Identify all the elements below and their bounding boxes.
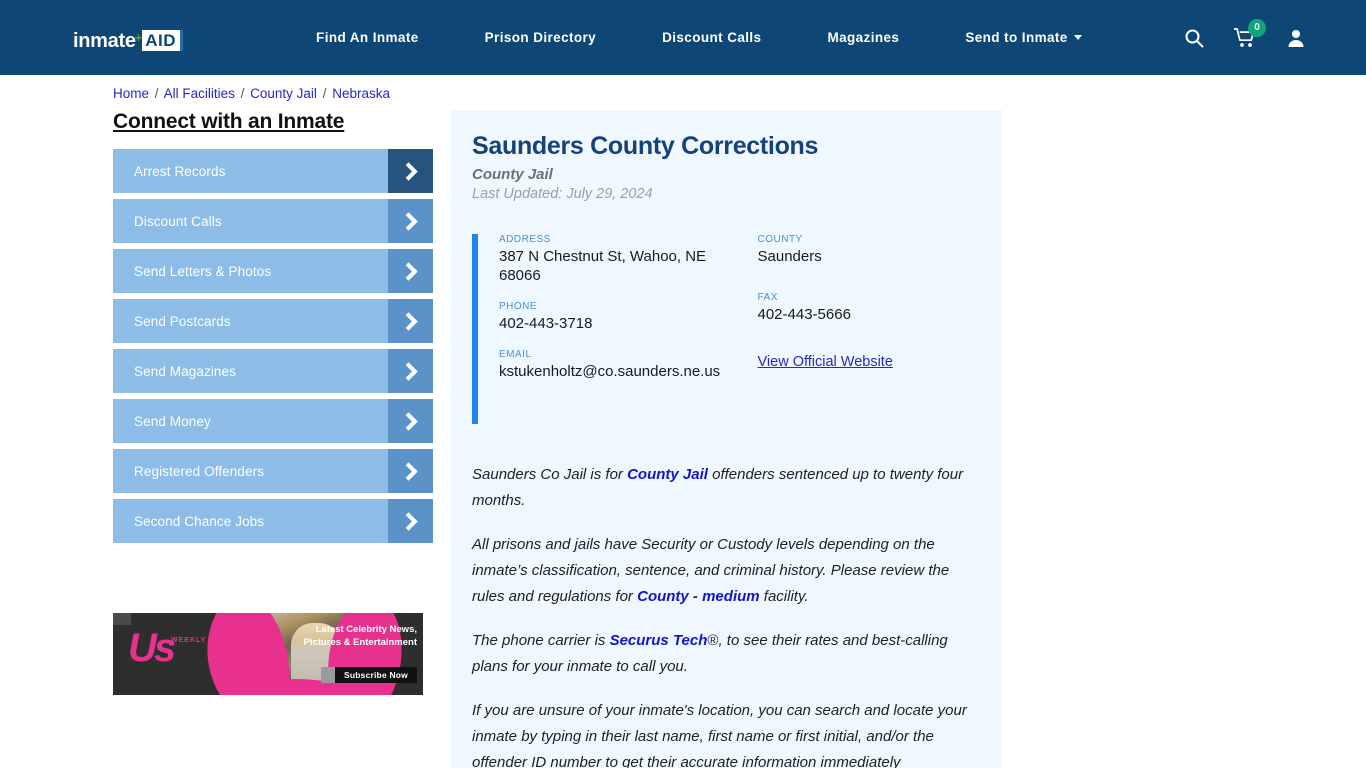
facility-card: Saunders County Corrections County Jail … <box>450 110 1002 768</box>
chevron-right-icon <box>388 249 433 293</box>
phone-field: PHONE 402-443-3718 <box>499 301 736 333</box>
facility-type: County Jail <box>472 166 553 183</box>
breadcrumb-item-all-facilities[interactable]: All Facilities <box>164 86 235 101</box>
view-official-website-link[interactable]: View Official Website <box>758 354 893 370</box>
email-field: EMAIL kstukenholtz@co.saunders.ne.us <box>499 349 736 381</box>
accent-bar <box>472 234 478 424</box>
cart-count-badge: 0 <box>1248 18 1266 37</box>
paragraph-text: If you are unsure of your inmate's locat… <box>472 702 967 768</box>
ad-subscribe-button[interactable]: Subscribe Now <box>321 667 417 683</box>
inline-link[interactable]: County - medium <box>637 588 760 605</box>
phone-label: PHONE <box>499 301 538 312</box>
sidebar-item-label: Arrest Records <box>134 163 226 179</box>
chevron-right-icon <box>388 399 433 443</box>
breadcrumb-item-home[interactable]: Home <box>113 86 149 101</box>
chevron-right-icon <box>388 149 433 193</box>
advertisement-banner[interactable]: Us WEEKLY Latest Celebrity News, Picture… <box>113 613 423 695</box>
paragraph-text: facility. <box>759 588 809 605</box>
chevron-right-icon <box>388 349 433 393</box>
last-updated-text: Last Updated: July 29, 2024 <box>472 186 653 202</box>
description-paragraph: All prisons and jails have Security or C… <box>472 532 972 610</box>
county-value: Saunders <box>757 248 822 265</box>
sidebar-item-second-chance-jobs[interactable]: Second Chance Jobs <box>113 499 433 543</box>
breadcrumb-separator: / <box>240 86 245 101</box>
nav-item-magazines[interactable]: Magazines <box>794 30 932 45</box>
chevron-right-icon <box>388 499 433 543</box>
sidebar-item-send-letters-photos[interactable]: Send Letters & Photos <box>113 249 433 293</box>
breadcrumb: Home / All Facilities / County Jail / Ne… <box>113 86 390 101</box>
address-value: 387 N Chestnut St, Wahoo, NE 68066 <box>499 248 707 284</box>
nav-item-send-to-inmate-label: Send to Inmate <box>965 30 1068 45</box>
sidebar-item-label: Registered Offenders <box>134 463 265 479</box>
sidebar-item-send-money[interactable]: Send Money <box>113 399 433 443</box>
phone-value: 402-443-3718 <box>499 315 593 332</box>
fax-value: 402-443-5666 <box>757 306 851 323</box>
logo-aid: AID <box>142 29 184 51</box>
sidebar-item-label: Discount Calls <box>134 213 222 229</box>
sidebar-item-arrest-records[interactable]: Arrest Records <box>113 149 433 193</box>
main-nav: Find An Inmate Prison Directory Discount… <box>283 30 1115 45</box>
contact-column-right: COUNTY Saunders FAX 402-443-5666 View Of… <box>736 234 973 397</box>
header-icon-group: 0 <box>1184 18 1306 48</box>
description-paragraph: Saunders Co Jail is for County Jail offe… <box>472 462 972 514</box>
county-label: COUNTY <box>757 234 803 245</box>
chevron-right-icon <box>388 449 433 493</box>
breadcrumb-item-nebraska[interactable]: Nebraska <box>332 86 390 101</box>
site-logo[interactable]: inmate + AID <box>73 25 184 52</box>
breadcrumb-separator: / <box>154 86 159 101</box>
email-label: EMAIL <box>499 349 532 360</box>
ad-headline: Latest Celebrity News, Pictures & Entert… <box>303 624 418 648</box>
logo-plus-icon: + <box>134 29 143 45</box>
sidebar: Connect with an Inmate Arrest Records Di… <box>113 110 433 549</box>
description-paragraph: If you are unsure of your inmate's locat… <box>472 698 972 768</box>
county-field: COUNTY Saunders <box>758 234 973 266</box>
cart-icon[interactable]: 0 <box>1234 18 1266 48</box>
breadcrumb-item-county-jail[interactable]: County Jail <box>250 86 317 101</box>
site-header: inmate + AID Find An Inmate Prison Direc… <box>0 0 1366 75</box>
address-label: ADDRESS <box>499 234 551 245</box>
paragraph-text: The phone carrier is <box>472 632 610 649</box>
sidebar-item-discount-calls[interactable]: Discount Calls <box>113 199 433 243</box>
nav-item-discount-calls[interactable]: Discount Calls <box>629 30 794 45</box>
inline-link[interactable]: Securus Tech <box>610 632 708 649</box>
registered-mark: ® <box>707 632 719 649</box>
contact-column-left: ADDRESS 387 N Chestnut St, Wahoo, NE 680… <box>499 234 736 397</box>
sidebar-item-label: Second Chance Jobs <box>134 513 265 529</box>
nav-item-send-to-inmate[interactable]: Send to Inmate <box>932 30 1114 45</box>
breadcrumb-separator: / <box>322 86 327 101</box>
chevron-down-icon <box>1073 35 1082 40</box>
address-field: ADDRESS 387 N Chestnut St, Wahoo, NE 680… <box>499 234 736 285</box>
sidebar-title: Connect with an Inmate <box>113 110 345 133</box>
chevron-right-icon <box>388 299 433 343</box>
sidebar-item-label: Send Letters & Photos <box>134 263 272 279</box>
search-icon[interactable] <box>1184 28 1204 48</box>
ad-brand-sublabel: WEEKLY <box>171 637 207 644</box>
sidebar-item-label: Send Magazines <box>134 363 236 379</box>
fax-field: FAX 402-443-5666 <box>758 292 973 324</box>
ad-brand-logo: Us <box>128 626 176 670</box>
chevron-right-icon <box>388 199 433 243</box>
sidebar-item-label: Send Postcards <box>134 313 231 329</box>
contact-info-block: ADDRESS 387 N Chestnut St, Wahoo, NE 680… <box>472 234 972 424</box>
description-paragraph: The phone carrier is Securus Tech®, to s… <box>472 628 972 680</box>
sidebar-item-registered-offenders[interactable]: Registered Offenders <box>113 449 433 493</box>
user-icon[interactable] <box>1286 28 1306 48</box>
page-title: Saunders County Corrections <box>472 132 819 160</box>
sidebar-item-send-magazines[interactable]: Send Magazines <box>113 349 433 393</box>
fax-label: FAX <box>757 292 778 303</box>
facility-description: Saunders Co Jail is for County Jail offe… <box>472 462 972 768</box>
sidebar-item-send-postcards[interactable]: Send Postcards <box>113 299 433 343</box>
ad-decor-bar <box>113 613 131 625</box>
sidebar-item-label: Send Money <box>134 413 211 429</box>
email-value: kstukenholtz@co.saunders.ne.us <box>499 363 721 380</box>
logo-word: inmate <box>73 29 136 52</box>
nav-item-prison-directory[interactable]: Prison Directory <box>452 30 629 45</box>
nav-item-find-an-inmate[interactable]: Find An Inmate <box>283 30 452 45</box>
inline-link[interactable]: County Jail <box>627 466 708 483</box>
paragraph-text: Saunders Co Jail is for <box>472 466 628 483</box>
